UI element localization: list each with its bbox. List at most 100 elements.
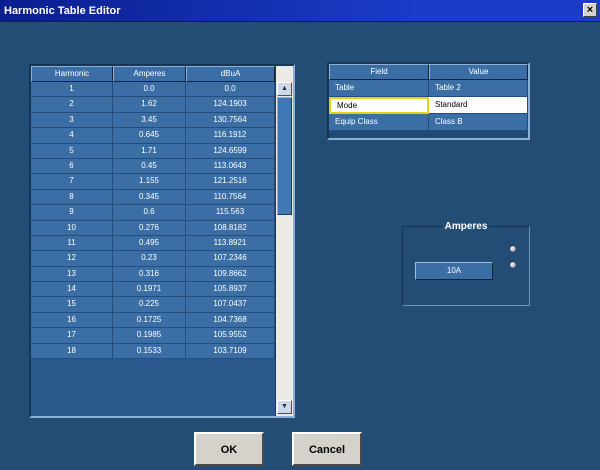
table-row[interactable]: 6 0.45 113.0643 xyxy=(31,158,275,175)
amperes-cell[interactable]: 0.1533 xyxy=(113,343,186,360)
harmonic-cell[interactable]: 18 xyxy=(31,343,113,360)
amperes-cell[interactable]: 1.155 xyxy=(113,174,186,190)
column-header-value[interactable]: Value xyxy=(429,64,528,80)
harmonic-cell[interactable]: 5 xyxy=(31,143,113,159)
table-row[interactable]: 11 0.495 113.8921 xyxy=(31,235,275,252)
dbua-cell[interactable]: 107.0437 xyxy=(186,297,275,313)
table-row[interactable]: 13 0.316 109.8662 xyxy=(31,266,275,283)
harmonic-cell[interactable]: 9 xyxy=(31,205,113,221)
table-row[interactable]: 8 0.345 110.7564 xyxy=(31,189,275,206)
increment-knob-icon[interactable] xyxy=(509,245,517,253)
table-row[interactable]: 2 1.62 124.1903 xyxy=(31,97,275,113)
harmonic-cell[interactable]: 16 xyxy=(31,312,113,329)
dbua-cell[interactable]: 121.2516 xyxy=(186,174,275,190)
cancel-button[interactable]: Cancel xyxy=(292,432,362,466)
scroll-down-icon[interactable]: ▼ xyxy=(277,400,292,414)
amperes-cell[interactable]: 0.0 xyxy=(113,82,186,98)
amperes-cell[interactable]: 0.316 xyxy=(113,266,186,283)
field-row-equip-class[interactable]: Equip Class Class B xyxy=(329,114,528,131)
field-cell[interactable]: Mode xyxy=(329,97,429,114)
amperes-cell[interactable]: 0.276 xyxy=(113,220,186,236)
field-row-table[interactable]: Table Table 2 xyxy=(329,80,528,97)
harmonic-cell[interactable]: 3 xyxy=(31,112,113,129)
scroll-up-icon[interactable]: ▲ xyxy=(277,82,292,96)
table-row[interactable]: 15 0.225 107.0437 xyxy=(31,297,275,313)
dbua-cell[interactable]: 105.9552 xyxy=(186,328,275,344)
amperes-cell[interactable]: 0.345 xyxy=(113,189,186,206)
table-row[interactable]: 5 1.71 124.6599 xyxy=(31,143,275,159)
dbua-cell[interactable]: 0.0 xyxy=(186,82,275,98)
dbua-cell[interactable]: 104.7368 xyxy=(186,312,275,329)
dbua-cell[interactable]: 105.8937 xyxy=(186,282,275,298)
value-cell[interactable]: Table 2 xyxy=(429,80,528,97)
amperes-cell[interactable]: 0.6 xyxy=(113,205,186,221)
dbua-cell[interactable]: 124.6599 xyxy=(186,143,275,159)
harmonic-cell[interactable]: 1 xyxy=(31,82,113,98)
amperes-cell[interactable]: 0.1725 xyxy=(113,312,186,329)
table-row[interactable]: 7 1.155 121.2516 xyxy=(31,174,275,190)
dbua-cell[interactable]: 110.7564 xyxy=(186,189,275,206)
close-icon[interactable]: × xyxy=(583,3,597,17)
harmonic-cell[interactable]: 13 xyxy=(31,266,113,283)
amperes-cell[interactable]: 0.1971 xyxy=(113,282,186,298)
table-row[interactable]: 10 0.276 108.8182 xyxy=(31,220,275,236)
table-row[interactable]: 17 0.1985 105.9552 xyxy=(31,328,275,344)
harmonic-cell[interactable]: 4 xyxy=(31,128,113,144)
dialog-client-area: Harmonic Amperes dBuA 1 0.0 0.0 2 1.62 124.19… xyxy=(0,22,600,470)
table-row[interactable]: 9 0.6 115.563 xyxy=(31,205,275,221)
table-row[interactable]: 3 3.45 130.7564 xyxy=(31,112,275,129)
amperes-cell[interactable]: 0.45 xyxy=(113,158,186,175)
amperes-cell[interactable]: 0.645 xyxy=(113,128,186,144)
harmonic-table-header: Harmonic Amperes dBuA xyxy=(31,66,293,82)
harmonic-cell[interactable]: 6 xyxy=(31,158,113,175)
dbua-cell[interactable]: 124.1903 xyxy=(186,97,275,113)
harmonic-cell[interactable]: 11 xyxy=(31,235,113,252)
amperes-cell[interactable]: 1.62 xyxy=(113,97,186,113)
dbua-cell[interactable]: 103.7109 xyxy=(186,343,275,360)
column-header-dbua[interactable]: dBuA xyxy=(186,66,275,82)
field-cell[interactable]: Equip Class xyxy=(329,114,429,131)
dbua-cell[interactable]: 113.8921 xyxy=(186,235,275,252)
table-row[interactable]: 1 0.0 0.0 xyxy=(31,82,275,98)
dbua-cell[interactable]: 116.1912 xyxy=(186,128,275,144)
amperes-cell[interactable]: 1.71 xyxy=(113,143,186,159)
amperes-value-field[interactable]: 10A xyxy=(415,262,493,280)
dbua-cell[interactable]: 130.7564 xyxy=(186,112,275,129)
harmonic-cell[interactable]: 8 xyxy=(31,189,113,206)
column-header-amperes[interactable]: Amperes xyxy=(113,66,186,82)
table-row[interactable]: 12 0.23 107.2346 xyxy=(31,251,275,267)
field-cell[interactable]: Table xyxy=(329,80,429,97)
amperes-cell[interactable]: 0.495 xyxy=(113,235,186,252)
amperes-group: Amperes 10A xyxy=(402,221,530,306)
table-scrollbar[interactable]: ▲ ▼ xyxy=(275,66,293,416)
table-row[interactable]: 4 0.645 116.1912 xyxy=(31,128,275,144)
amperes-cell[interactable]: 0.23 xyxy=(113,251,186,267)
dbua-cell[interactable]: 109.8662 xyxy=(186,266,275,283)
harmonic-cell[interactable]: 7 xyxy=(31,174,113,190)
dbua-cell[interactable]: 113.0643 xyxy=(186,158,275,175)
amperes-cell[interactable]: 3.45 xyxy=(113,112,186,129)
window-title: Harmonic Table Editor xyxy=(4,5,121,17)
harmonic-cell[interactable]: 17 xyxy=(31,328,113,344)
table-row[interactable]: 18 0.1533 103.7109 xyxy=(31,343,275,360)
dbua-cell[interactable]: 107.2346 xyxy=(186,251,275,267)
amperes-cell[interactable]: 0.225 xyxy=(113,297,186,313)
table-row[interactable]: 16 0.1725 104.7368 xyxy=(31,312,275,329)
dbua-cell[interactable]: 108.8182 xyxy=(186,220,275,236)
dbua-cell[interactable]: 115.563 xyxy=(186,205,275,221)
ok-button[interactable]: OK xyxy=(194,432,264,466)
scroll-thumb[interactable] xyxy=(277,97,292,215)
value-cell[interactable]: Class B xyxy=(429,114,528,131)
value-cell[interactable]: Standard xyxy=(429,97,528,114)
harmonic-cell[interactable]: 2 xyxy=(31,97,113,113)
field-row-mode[interactable]: Mode Standard xyxy=(329,97,528,114)
column-header-harmonic[interactable]: Harmonic xyxy=(31,66,113,82)
decrement-knob-icon[interactable] xyxy=(509,261,517,269)
harmonic-cell[interactable]: 12 xyxy=(31,251,113,267)
table-row[interactable]: 14 0.1971 105.8937 xyxy=(31,282,275,298)
harmonic-cell[interactable]: 14 xyxy=(31,282,113,298)
column-header-field[interactable]: Field xyxy=(329,64,429,80)
amperes-cell[interactable]: 0.1985 xyxy=(113,328,186,344)
harmonic-cell[interactable]: 10 xyxy=(31,220,113,236)
harmonic-cell[interactable]: 15 xyxy=(31,297,113,313)
